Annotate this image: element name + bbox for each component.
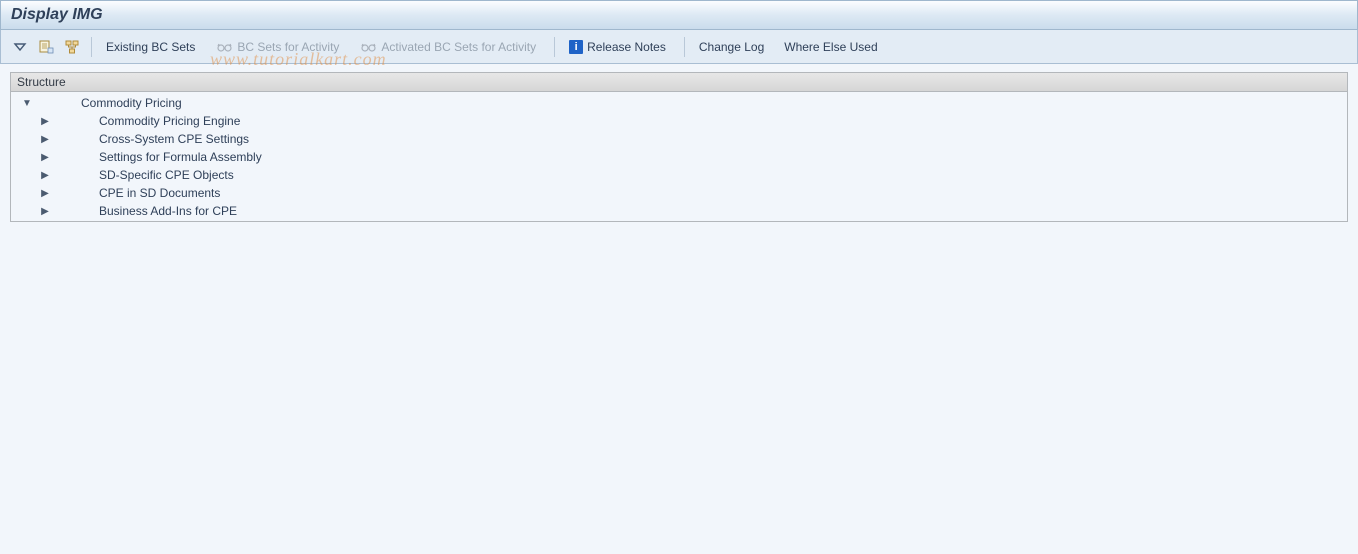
toolbar-separator (684, 37, 685, 57)
info-icon: i (569, 40, 583, 54)
expand-icon (12, 40, 28, 54)
expand-icon[interactable]: ▶ (39, 151, 51, 163)
expand-icon[interactable]: ▶ (39, 205, 51, 217)
tree-item-row[interactable]: ▶ Commodity Pricing Engine (11, 112, 1347, 130)
structure-column-header[interactable]: Structure (10, 72, 1348, 92)
change-log-label: Change Log (699, 40, 764, 54)
additional-info-button[interactable] (59, 35, 85, 59)
application-toolbar: Existing BC Sets BC Sets for Activity Ac… (0, 30, 1358, 64)
tree-root-label: Commodity Pricing (79, 96, 182, 110)
tree-item-label: Business Add-Ins for CPE (97, 204, 237, 218)
toolbar-separator (91, 37, 92, 57)
release-notes-button[interactable]: i Release Notes (561, 35, 674, 59)
toolbar-separator (554, 37, 555, 57)
tree-item-row[interactable]: ▶ SD-Specific CPE Objects (11, 166, 1347, 184)
bc-sets-for-activity-button: BC Sets for Activity (207, 35, 347, 59)
window-titlebar: Display IMG (0, 0, 1358, 30)
change-log-button[interactable]: Change Log (691, 35, 772, 59)
tree-body: ▼ Commodity Pricing ▶ Commodity Pricing … (10, 92, 1348, 222)
tree-item-label: CPE in SD Documents (97, 186, 220, 200)
activated-bc-sets-for-activity-button: Activated BC Sets for Activity (351, 35, 544, 59)
activated-bc-sets-for-activity-label: Activated BC Sets for Activity (381, 40, 536, 54)
find-button[interactable] (33, 35, 59, 59)
tree-item-label: Cross-System CPE Settings (97, 132, 249, 146)
glasses-icon (215, 38, 233, 56)
content-area: Structure ▼ Commodity Pricing ▶ Commodit… (0, 64, 1358, 232)
tree-item-label: Commodity Pricing Engine (97, 114, 240, 128)
bc-sets-for-activity-label: BC Sets for Activity (237, 40, 339, 54)
find-icon (38, 39, 54, 55)
existing-bc-sets-label: Existing BC Sets (106, 40, 195, 54)
collapse-icon[interactable]: ▼ (21, 97, 33, 109)
existing-bc-sets-button[interactable]: Existing BC Sets (98, 35, 203, 59)
window-title: Display IMG (11, 6, 103, 24)
tree-item-row[interactable]: ▶ Business Add-Ins for CPE (11, 202, 1347, 220)
expand-icon[interactable]: ▶ (39, 187, 51, 199)
tree-item-row[interactable]: ▶ CPE in SD Documents (11, 184, 1347, 202)
hierarchy-icon (64, 39, 80, 55)
expand-icon[interactable]: ▶ (39, 133, 51, 145)
structure-header-label: Structure (17, 75, 66, 89)
expand-icon[interactable]: ▶ (39, 169, 51, 181)
expand-subtree-button[interactable] (7, 35, 33, 59)
tree-item-label: Settings for Formula Assembly (97, 150, 262, 164)
tree-root-row[interactable]: ▼ Commodity Pricing (11, 94, 1347, 112)
tree-item-row[interactable]: ▶ Cross-System CPE Settings (11, 130, 1347, 148)
tree-item-label: SD-Specific CPE Objects (97, 168, 234, 182)
expand-icon[interactable]: ▶ (39, 115, 51, 127)
tree-item-row[interactable]: ▶ Settings for Formula Assembly (11, 148, 1347, 166)
release-notes-label: Release Notes (587, 40, 666, 54)
where-else-used-label: Where Else Used (784, 40, 877, 54)
glasses-icon (359, 38, 377, 56)
where-else-used-button[interactable]: Where Else Used (776, 35, 885, 59)
